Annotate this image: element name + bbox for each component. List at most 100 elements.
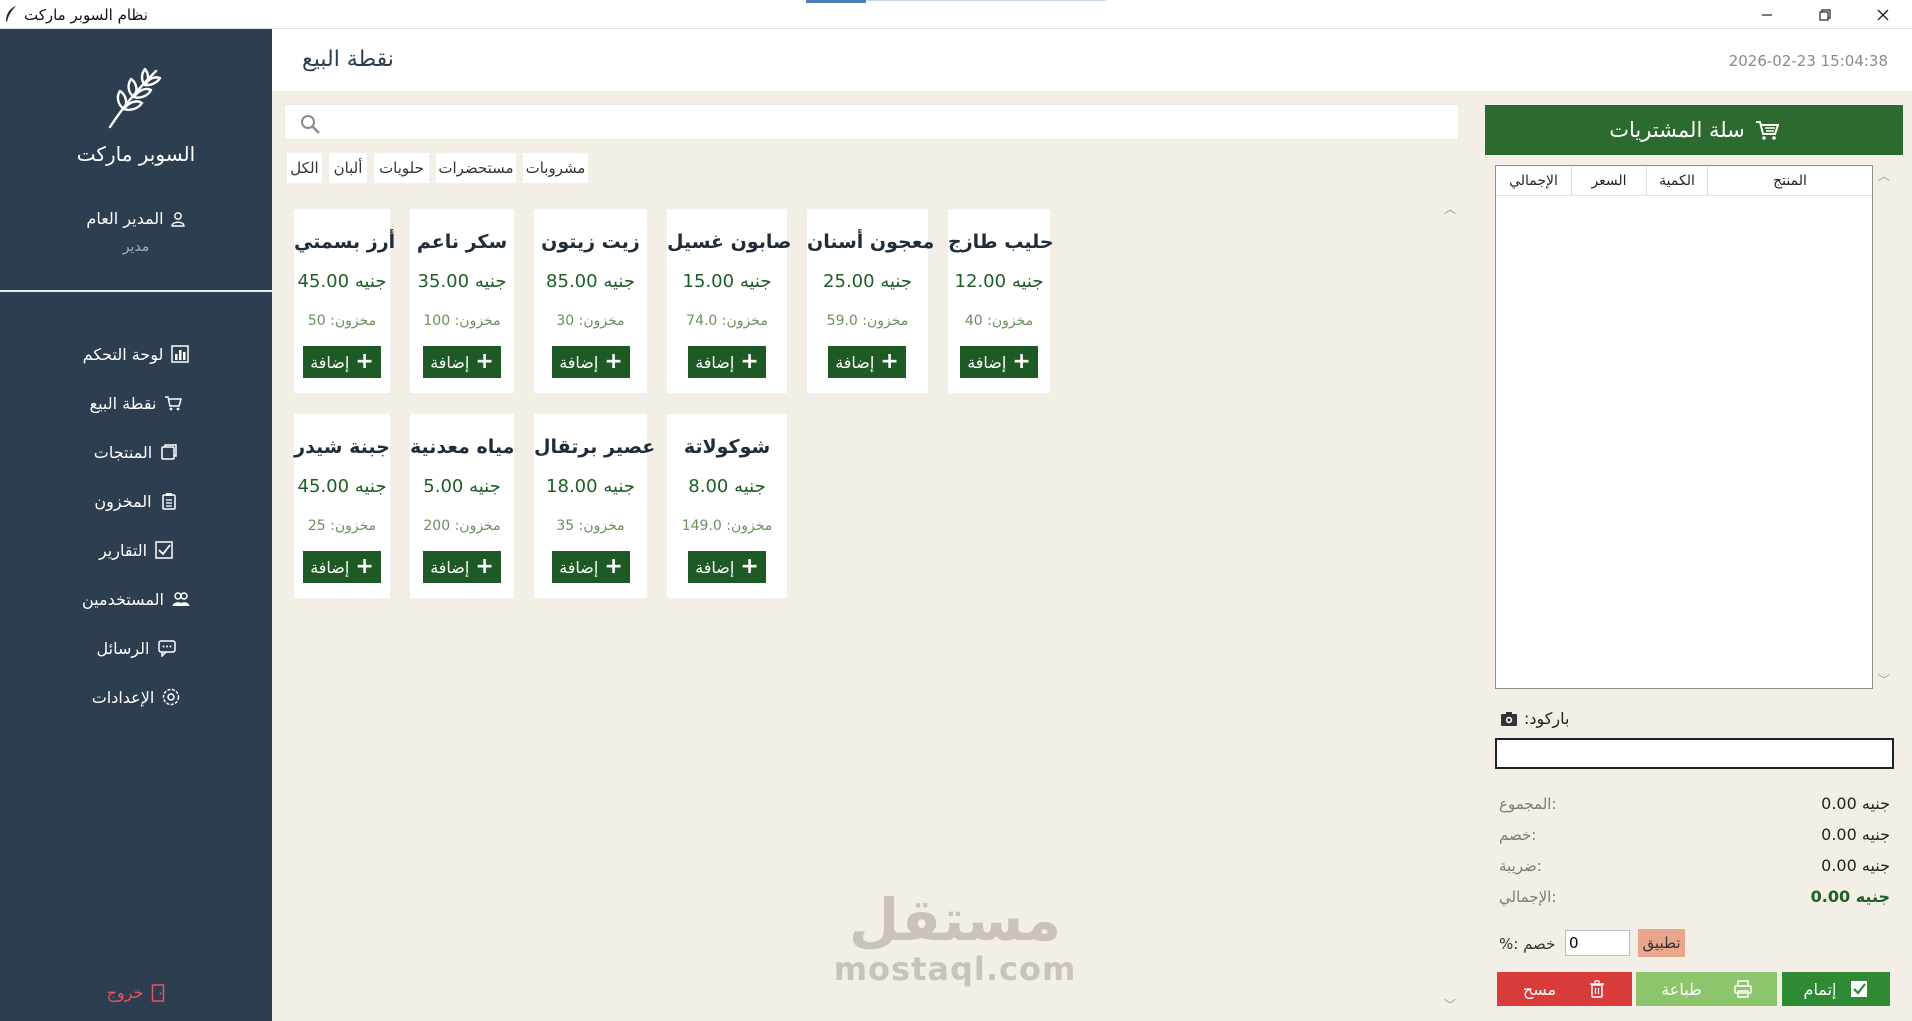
product-name: شوكولاتة — [683, 436, 771, 458]
sidebar-item-dashboard[interactable]: لوحة التحكم — [0, 336, 272, 372]
watermark: مستقل mostaql.com — [830, 890, 1080, 988]
scroll-up-icon[interactable]: ︿ — [1444, 200, 1456, 217]
category-tab-dairy[interactable]: ألبان — [329, 153, 367, 183]
logout-label: خروج — [106, 983, 144, 1002]
product-card: عصير برتقال جنيه 18.00 مخزون: 35 إضافة + — [534, 414, 655, 598]
cart-scrollbar[interactable]: ︿ ﹀ — [1875, 165, 1893, 689]
sidebar-item-label: نقطة البيع — [89, 393, 157, 413]
checkbox-report-icon — [155, 541, 173, 559]
sidebar-item-inventory[interactable]: المخزون — [0, 483, 272, 519]
sidebar-item-reports[interactable]: التقارير — [0, 532, 272, 568]
plus-icon: + — [355, 554, 374, 579]
cart-icon — [165, 396, 183, 411]
add-to-cart-button[interactable]: إضافة + — [960, 346, 1038, 378]
message-icon — [157, 640, 176, 657]
add-to-cart-button[interactable]: إضافة + — [423, 346, 501, 378]
stock-value: 149.0 — [681, 518, 722, 534]
product-stock: مخزون: 25 — [294, 518, 390, 534]
product-name: صابون غسيل — [667, 231, 792, 253]
products-scrollbar[interactable]: ︿ ﹀ — [1441, 200, 1457, 1020]
currency: جنيه — [354, 476, 387, 497]
column-header-price[interactable]: السعر — [1571, 166, 1646, 196]
category-tab-all[interactable]: الكل — [287, 153, 322, 183]
scroll-up-icon[interactable]: ︿ — [1878, 167, 1890, 184]
product-card: معجون أسنان جنيه 25.00 مخزون: 59.0 إضافة… — [807, 209, 934, 393]
barcode-label-text: :باركود — [1524, 709, 1570, 728]
restore-button[interactable] — [1796, 0, 1854, 29]
product-stock: مخزون: 40 — [948, 313, 1050, 329]
camera-icon — [1501, 711, 1517, 726]
close-button[interactable] — [1854, 0, 1912, 29]
stock-label: مخزون: — [578, 313, 625, 329]
barcode-label: :باركود — [1500, 709, 1569, 728]
page-header: نقطة البيع 2026-02-23 15:04:38 — [272, 29, 1912, 91]
currency: جنيه — [880, 271, 912, 292]
category-tab-cosmetics[interactable]: مستحضرات — [436, 153, 516, 183]
stock-label: مخزون: — [454, 313, 501, 329]
sidebar-item-label: المستخدمين — [82, 589, 164, 609]
add-to-cart-button[interactable]: إضافة + — [423, 551, 501, 583]
check-icon — [1851, 981, 1868, 997]
add-to-cart-button[interactable]: إضافة + — [303, 346, 381, 378]
search-icon — [301, 115, 320, 134]
product-card: زيت زيتون جنيه 85.00 مخزون: 30 إضافة + — [534, 209, 647, 393]
product-card: شوكولاتة جنيه 8.00 مخزون: 149.0 إضافة + — [667, 414, 787, 598]
minimize-button[interactable] — [1738, 0, 1796, 29]
add-to-cart-button[interactable]: إضافة + — [552, 551, 630, 583]
add-to-cart-button[interactable]: إضافة + — [688, 346, 766, 378]
window-titlebar: نظام السوبر ماركت — [0, 0, 1912, 29]
product-name: جبنة شيدر — [294, 436, 390, 458]
clear-cart-button[interactable]: مسح — [1497, 972, 1632, 1006]
sidebar-item-messages[interactable]: الرسائل — [0, 630, 272, 666]
sidebar-item-products[interactable]: المنتجات — [0, 434, 272, 470]
stock-value: 30 — [556, 313, 575, 329]
grand-total-label: الإجمالي: — [1499, 888, 1557, 906]
column-header-total[interactable]: الإجمالي — [1496, 166, 1571, 196]
price-value: 8.00 — [688, 476, 729, 497]
clear-label: مسح — [1522, 979, 1557, 999]
sidebar-item-pos[interactable]: نقطة البيع — [0, 385, 272, 421]
logout-button[interactable]: خروج — [0, 983, 272, 1002]
sidebar-item-users[interactable]: المستخدمين — [0, 581, 272, 617]
currency: جنيه — [1011, 271, 1044, 292]
add-to-cart-button[interactable]: إضافة + — [828, 346, 906, 378]
currency: جنيه — [474, 271, 507, 292]
category-tab-beverages[interactable]: مشروبات — [523, 153, 588, 183]
product-name: أرز بسمتي — [294, 231, 396, 253]
sidebar-item-settings[interactable]: الإعدادات — [0, 679, 272, 715]
restore-icon — [1819, 8, 1831, 21]
wheat-logo-icon — [108, 67, 162, 129]
stock-label: مخزون: — [578, 518, 625, 534]
product-stock: مخزون: 35 — [534, 518, 647, 534]
barcode-input[interactable] — [1495, 738, 1894, 769]
grand-total-value: 0.00 جنيه — [1810, 887, 1890, 906]
sidebar-item-label: الرسائل — [96, 638, 150, 658]
add-to-cart-button[interactable]: إضافة + — [688, 551, 766, 583]
add-label: إضافة — [835, 352, 875, 372]
category-tab-sweets[interactable]: حلويات — [374, 153, 429, 183]
add-to-cart-button[interactable]: إضافة + — [303, 551, 381, 583]
column-header-quantity[interactable]: الكمية — [1646, 166, 1707, 196]
discount-summary-label: خصم: — [1499, 826, 1537, 844]
cart-title: سلة المشتريات — [1609, 118, 1745, 142]
print-button[interactable]: طباعة — [1636, 972, 1777, 1006]
discount-input[interactable] — [1565, 930, 1630, 956]
product-card: أرز بسمتي جنيه 45.00 مخزون: 50 إضافة + — [294, 209, 396, 393]
product-price: جنيه 8.00 — [667, 476, 787, 497]
price-value: 12.00 — [954, 271, 1007, 292]
scroll-down-icon[interactable]: ﹀ — [1444, 996, 1456, 1013]
plus-icon: + — [604, 554, 623, 579]
stock-value: 50 — [307, 313, 326, 329]
add-to-cart-button[interactable]: إضافة + — [552, 346, 630, 378]
printer-icon — [1734, 980, 1752, 998]
add-label: إضافة — [430, 352, 470, 372]
column-header-product[interactable]: المنتج — [1707, 166, 1872, 196]
product-price: جنيه 5.00 — [410, 476, 514, 497]
stock-label: مخزون: — [726, 518, 773, 534]
scroll-down-icon[interactable]: ﹀ — [1878, 671, 1890, 688]
complete-sale-button[interactable]: إتمام — [1782, 972, 1890, 1006]
search-input[interactable] — [331, 105, 1451, 139]
apply-discount-button[interactable]: تطبيق — [1638, 929, 1685, 957]
product-price: جنيه 45.00 — [294, 476, 390, 497]
user-role: مدير — [122, 239, 150, 255]
